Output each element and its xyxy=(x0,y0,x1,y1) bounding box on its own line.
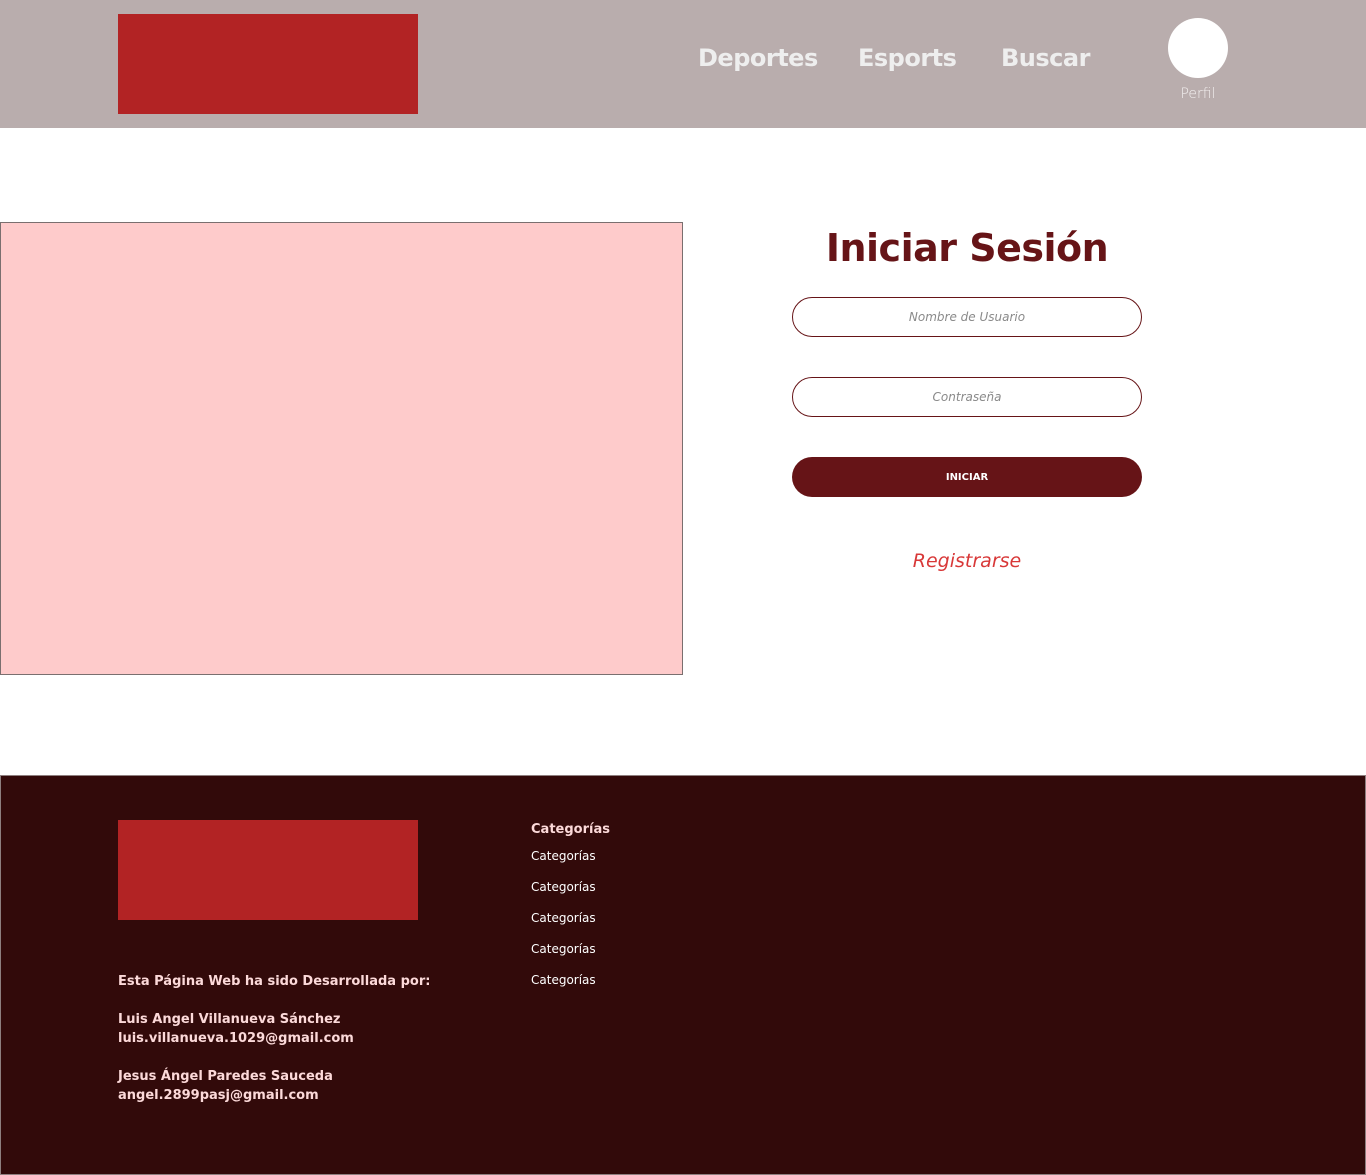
nav-link-deportes[interactable]: Deportes xyxy=(698,44,818,72)
author-email: luis.villanueva.1029@gmail.com xyxy=(118,1031,354,1046)
page: Deportes Esports Buscar Perfil Iniciar S… xyxy=(0,0,1366,1175)
site-header: Deportes Esports Buscar Perfil xyxy=(0,0,1366,128)
nav-link-esports[interactable]: Esports xyxy=(858,44,957,72)
category-link[interactable]: Categorías xyxy=(531,942,596,956)
site-footer: Esta Página Web ha sido Desarrollada por… xyxy=(0,775,1366,1175)
login-submit-button[interactable]: INICIAR xyxy=(792,457,1142,497)
hero-image-placeholder xyxy=(0,222,683,675)
header-logo[interactable] xyxy=(118,14,418,114)
list-item: Categorías xyxy=(531,879,596,910)
username-input[interactable] xyxy=(792,297,1142,337)
login-title: Iniciar Sesión xyxy=(825,226,1109,270)
category-link[interactable]: Categorías xyxy=(531,849,596,863)
list-item: Categorías xyxy=(531,972,596,1003)
category-link[interactable]: Categorías xyxy=(531,973,596,987)
register-link[interactable]: Registrarse xyxy=(792,550,1142,572)
category-link[interactable]: Categorías xyxy=(531,911,596,925)
author-email: angel.2899pasj@gmail.com xyxy=(118,1088,319,1103)
author-name: Jesus Ángel Paredes Sauceda xyxy=(118,1069,333,1084)
profile-avatar-icon xyxy=(1168,18,1228,78)
category-link[interactable]: Categorías xyxy=(531,880,596,894)
profile-button[interactable]: Perfil xyxy=(1168,18,1228,108)
credits-heading: Esta Página Web ha sido Desarrollada por… xyxy=(118,974,431,989)
categories-list: Categorías Categorías Categorías Categor… xyxy=(531,848,596,1003)
password-input[interactable] xyxy=(792,377,1142,417)
list-item: Categorías xyxy=(531,941,596,972)
credits: Esta Página Web ha sido Desarrollada por… xyxy=(118,972,478,1105)
list-item: Categorías xyxy=(531,910,596,941)
list-item: Categorías xyxy=(531,848,596,879)
nav-link-buscar[interactable]: Buscar xyxy=(1001,44,1090,72)
author-name: Luis Angel Villanueva Sánchez xyxy=(118,1012,341,1027)
footer-logo xyxy=(118,820,418,920)
categories-title: Categorías xyxy=(531,822,610,837)
profile-label: Perfil xyxy=(1180,86,1216,102)
